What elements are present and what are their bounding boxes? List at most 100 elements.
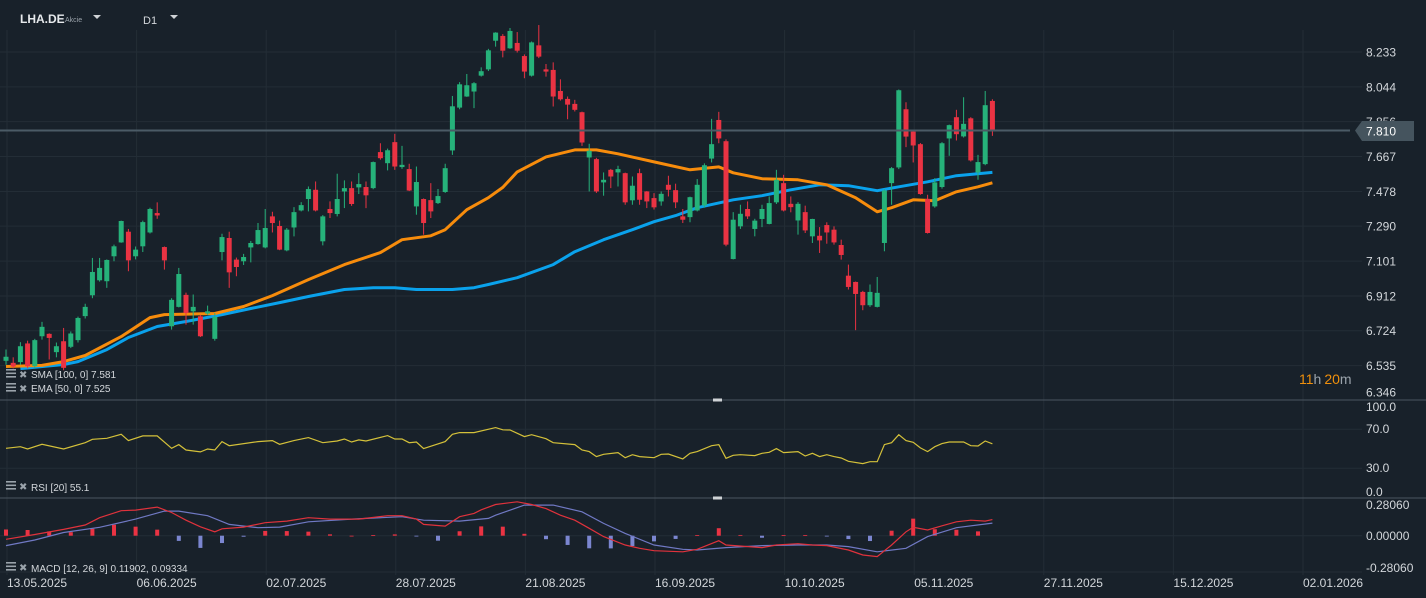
ema-legend[interactable]: ✖ EMA [50, 0] 7.525 xyxy=(6,383,111,395)
candle-body xyxy=(125,231,131,261)
candle-body xyxy=(39,326,45,337)
candle-up[interactable] xyxy=(169,298,175,330)
candle-body xyxy=(262,228,268,248)
candle-body xyxy=(68,333,74,347)
macd-histogram-bar xyxy=(500,526,505,536)
candle-down[interactable] xyxy=(593,157,599,193)
macd-histogram-bar xyxy=(112,524,116,536)
candle-up[interactable] xyxy=(75,316,81,343)
candle-body xyxy=(111,246,117,257)
remove-icon[interactable]: ✖ xyxy=(19,482,27,493)
candle-down[interactable] xyxy=(637,168,643,205)
trading-chart[interactable]: 13.05.2025 06.06.2025 02.07.2025 28.07.2025… xyxy=(0,0,1426,598)
rsi-legend-text: RSI [20] 55.1 xyxy=(31,483,90,494)
candle-up[interactable] xyxy=(370,161,376,190)
settings-icon[interactable] xyxy=(6,369,16,378)
macd-histogram-bar xyxy=(133,526,138,536)
price-tick-label: 6.724 xyxy=(1366,324,1396,338)
candle-up[interactable] xyxy=(118,220,124,243)
price-tick-label: 6.912 xyxy=(1366,289,1396,303)
candle-body xyxy=(831,229,837,243)
macd-legend[interactable]: ✖ MACD [12, 26, 9] 0.11902, 0.09334 xyxy=(6,562,188,575)
candle-down[interactable] xyxy=(968,117,974,162)
settings-icon[interactable] xyxy=(6,481,16,490)
candle-body xyxy=(349,188,355,205)
candle-body xyxy=(392,142,398,167)
macd-histogram-bar xyxy=(155,529,160,536)
x-tick-label: 28.07.2025 xyxy=(396,576,456,590)
remove-icon[interactable]: ✖ xyxy=(19,370,27,381)
macd-histogram-bar xyxy=(846,535,851,540)
current-price-label: 7.810 xyxy=(1355,121,1414,141)
candle-down[interactable] xyxy=(197,314,203,337)
candle-body xyxy=(17,346,23,363)
candle-body xyxy=(874,292,880,307)
candle-up[interactable] xyxy=(457,82,463,110)
candle-down[interactable] xyxy=(917,143,923,195)
ema-legend-text: EMA [50, 0] 7.525 xyxy=(31,384,111,395)
candle-body xyxy=(356,184,362,188)
sma-legend-text: SMA [100, 0] 7.581 xyxy=(31,370,116,381)
macd-histogram-bar xyxy=(673,535,678,539)
candle-body xyxy=(3,356,9,361)
candle-body xyxy=(867,291,873,306)
macd-tick-label: 0.00000 xyxy=(1366,529,1410,543)
candle-up[interactable] xyxy=(212,312,218,341)
candle-body xyxy=(529,42,535,76)
candle-down[interactable] xyxy=(622,172,628,205)
candle-up[interactable] xyxy=(284,228,290,252)
candle-body xyxy=(435,196,441,204)
candle-up[interactable] xyxy=(529,41,535,77)
candle-down[interactable] xyxy=(723,139,729,247)
settings-icon[interactable] xyxy=(6,562,16,571)
candle-up[interactable] xyxy=(68,331,74,349)
candle-up[interactable] xyxy=(881,189,887,252)
macd-histogram-bar xyxy=(436,535,440,541)
macd-histogram-bar xyxy=(371,535,376,536)
candle-body xyxy=(817,235,823,241)
remove-icon[interactable]: ✖ xyxy=(19,384,27,395)
macd-legend-text: MACD [12, 26, 9] 0.11902, 0.09334 xyxy=(31,564,188,575)
candle-up[interactable] xyxy=(939,142,945,189)
candle-body xyxy=(910,131,916,146)
candle-body xyxy=(53,346,59,353)
candle-body xyxy=(176,274,182,307)
x-tick-label: 15.12.2025 xyxy=(1173,576,1233,590)
candle-body xyxy=(493,32,499,41)
macd-histogram-bar xyxy=(695,535,700,536)
candle-body xyxy=(802,212,808,231)
candle-up[interactable] xyxy=(896,89,902,170)
rsi-tick-label: 70.0 xyxy=(1366,422,1390,436)
macd-histogram-bar xyxy=(803,535,808,536)
candle-up[interactable] xyxy=(507,27,513,49)
candle-countdown: 11h 20m xyxy=(1299,371,1352,387)
macd-histogram-bar xyxy=(587,535,592,549)
candle-body xyxy=(968,118,974,161)
candle-body xyxy=(140,222,146,247)
candle-body xyxy=(133,249,139,257)
sma-legend[interactable]: ✖ SMA [100, 0] 7.581 xyxy=(6,369,116,381)
settings-icon[interactable] xyxy=(6,383,16,392)
candle-up[interactable] xyxy=(932,178,938,208)
remove-icon[interactable]: ✖ xyxy=(19,563,27,574)
candle-body xyxy=(788,203,794,208)
candle-body xyxy=(291,212,297,228)
candle-up[interactable] xyxy=(701,163,707,208)
resize-handle-rsi[interactable] xyxy=(713,398,722,402)
candle-body xyxy=(464,85,470,97)
candle-up[interactable] xyxy=(485,48,491,72)
rsi-legend[interactable]: ✖ RSI [20] 55.1 xyxy=(6,481,90,494)
candle-body xyxy=(89,271,95,296)
candle-body xyxy=(838,245,844,255)
candle-body xyxy=(97,267,103,281)
candle-body xyxy=(233,259,239,267)
candle-body xyxy=(327,208,333,214)
candle-body xyxy=(46,333,52,338)
resize-handle-macd[interactable] xyxy=(713,496,722,500)
candle-up[interactable] xyxy=(320,215,326,246)
candle-down[interactable] xyxy=(925,194,931,234)
candle-down[interactable] xyxy=(25,340,31,369)
candle-down[interactable] xyxy=(579,111,585,146)
candle-up[interactable] xyxy=(147,207,153,234)
candle-up[interactable] xyxy=(32,338,38,369)
